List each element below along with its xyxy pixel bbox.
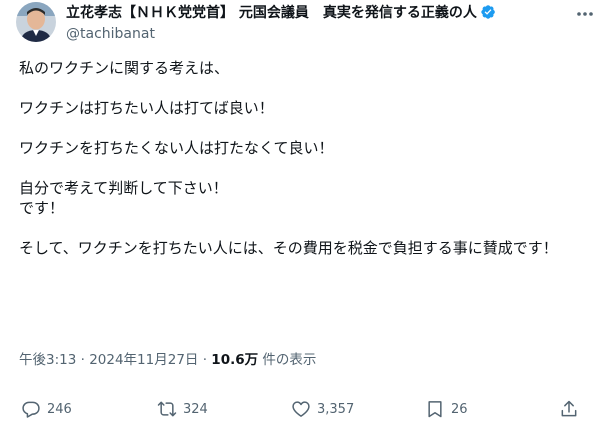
tweet: 立花孝志【ＮＨＫ党党首】 元国会議員 真実を発信する正義の人 @tachiban…: [0, 0, 613, 431]
retweet-button[interactable]: 324: [157, 397, 208, 421]
verified-badge-icon: [481, 5, 495, 19]
meta-separator: ·: [198, 352, 212, 368]
meta-separator: ·: [76, 352, 90, 368]
like-count: 3,357: [317, 401, 355, 417]
reply-count: 246: [47, 401, 72, 417]
more-dots-icon: [577, 12, 593, 16]
bookmark-count: 26: [451, 401, 468, 417]
views-label: 件の表示: [258, 352, 317, 368]
tweet-time[interactable]: 午後3:13: [19, 352, 76, 368]
tweet-text: 私のワクチンに関する考えは、 ワクチンは打ちたい人は打てば良い！ ワクチンを打ち…: [19, 59, 558, 257]
share-icon: [561, 400, 577, 417]
avatar[interactable]: [16, 2, 56, 42]
more-button[interactable]: [575, 6, 595, 20]
action-bar: 246 324 3,357 26: [0, 397, 613, 425]
retweet-count: 324: [183, 401, 208, 417]
bookmark-button[interactable]: 26: [425, 397, 468, 421]
reply-icon: [22, 401, 40, 418]
tweet-header: 立花孝志【ＮＨＫ党党首】 元国会議員 真実を発信する正義の人 @tachiban…: [66, 2, 573, 44]
share-button[interactable]: [559, 397, 579, 421]
avatar-image: [16, 2, 56, 42]
author-handle[interactable]: @tachibanat: [66, 26, 573, 44]
heart-icon: [292, 401, 310, 417]
like-button[interactable]: 3,357: [291, 397, 354, 421]
tweet-meta: 午後3:13 · 2024年11月27日 · 10.6万 件の表示: [19, 348, 316, 368]
views-count[interactable]: 10.6万: [211, 352, 258, 368]
tweet-date[interactable]: 2024年11月27日: [89, 352, 198, 368]
retweet-icon: [157, 401, 177, 417]
name-row: 立花孝志【ＮＨＫ党党首】 元国会議員 真実を発信する正義の人: [66, 2, 573, 22]
author-display-name[interactable]: 立花孝志【ＮＨＫ党党首】 元国会議員 真実を発信する正義の人: [66, 2, 477, 22]
reply-button[interactable]: 246: [21, 397, 72, 421]
bookmark-icon: [428, 401, 442, 418]
